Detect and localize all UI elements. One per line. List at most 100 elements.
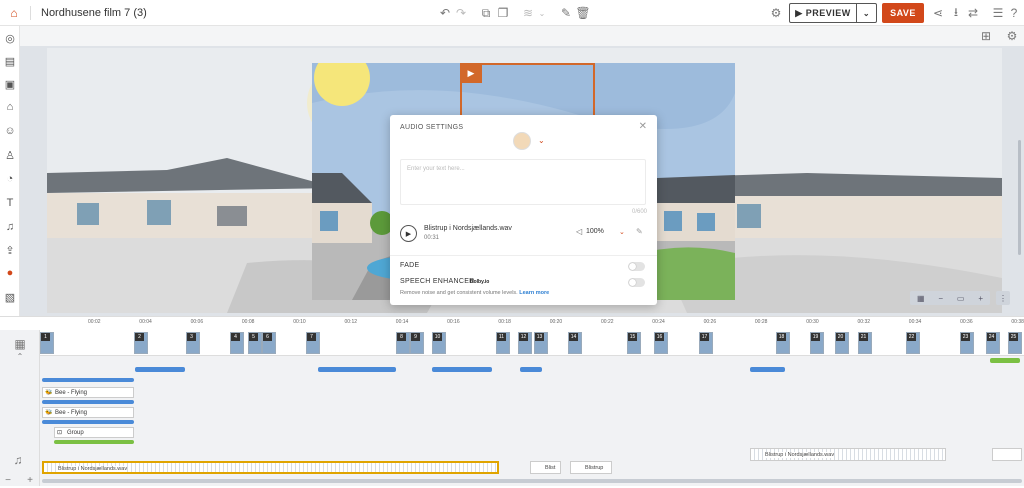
scene-thumbnail[interactable]: 12	[518, 332, 532, 354]
layer-bar[interactable]	[42, 378, 134, 382]
upload-icon[interactable]: ⇪	[2, 242, 18, 258]
transition-bar[interactable]	[432, 367, 492, 372]
scene-thumbnail[interactable]: 9	[410, 332, 424, 354]
volume-dropdown-icon[interactable]: ⌄	[619, 228, 625, 236]
backgrounds-icon[interactable]: ⌂	[2, 99, 18, 115]
scene-thumbnail[interactable]: 6	[262, 332, 276, 354]
speech-enhancer-toggle[interactable]	[628, 278, 645, 287]
voice-avatar[interactable]	[513, 132, 531, 150]
layer-track[interactable]: 🐝 Bee - Flying	[42, 407, 134, 418]
layer-bar[interactable]	[54, 440, 134, 444]
more-options-icon[interactable]: ⋮	[996, 291, 1010, 305]
scene-thumbnail[interactable]: 7	[306, 332, 320, 354]
transition-bar[interactable]	[750, 367, 785, 372]
scene-thumbnail[interactable]: 21	[858, 332, 872, 354]
scene-thumbnail[interactable]: 16	[654, 332, 668, 354]
audio-clip[interactable]: Blistrup	[570, 461, 612, 474]
scene-thumbnail[interactable]: 14	[568, 332, 582, 354]
zoom-slider[interactable]: ▭	[957, 294, 965, 303]
scene-thumbnail[interactable]: 13	[534, 332, 548, 354]
zoom-out-icon[interactable]: −	[938, 294, 943, 303]
ruler-tick-label: 00:28	[754, 319, 768, 325]
text-icon[interactable]: T	[2, 195, 18, 211]
edit-icon[interactable]: ✎	[636, 227, 643, 236]
duplicate-icon[interactable]: ⧉	[478, 5, 494, 21]
preview-button[interactable]: ▶ PREVIEW ⌄	[789, 3, 877, 23]
scene-thumbnail[interactable]: 8	[396, 332, 410, 354]
tts-text-input[interactable]: Enter your text here...	[400, 159, 646, 205]
share-icon[interactable]: ⋖	[930, 5, 946, 21]
help-icon[interactable]: ?	[1006, 5, 1022, 21]
transition-bar[interactable]	[520, 367, 542, 372]
audio-clip[interactable]: Blist	[530, 461, 561, 474]
layer-bar[interactable]	[42, 420, 134, 424]
scene-thumbnail[interactable]: 20	[835, 332, 849, 354]
undo-icon[interactable]: ↶	[437, 5, 453, 21]
trash-icon[interactable]: 🗑	[575, 5, 591, 21]
scene-thumbnail[interactable]: 10	[432, 332, 446, 354]
audio-clip[interactable]: Blistrup i Nordsjællands.wav	[750, 448, 946, 461]
scene-thumbnail[interactable]: 22	[906, 332, 920, 354]
scene-thumbnail[interactable]: 15	[627, 332, 641, 354]
volume-value[interactable]: 100%	[586, 228, 604, 235]
scene-thumbnail[interactable]: 25	[1008, 332, 1022, 354]
scene-thumbnail[interactable]: 4	[230, 332, 244, 354]
scene-thumbnail[interactable]: 5	[248, 332, 262, 354]
download-icon[interactable]: ⭳	[948, 5, 964, 21]
record-icon[interactable]: ●	[2, 265, 18, 281]
scenes-icon[interactable]: ▣	[2, 76, 18, 92]
scene-thumbnail[interactable]: 18	[776, 332, 790, 354]
compass-icon[interactable]: ◎	[2, 30, 18, 46]
paint-icon[interactable]: ✎	[558, 5, 574, 21]
layer-bar[interactable]	[42, 400, 134, 404]
stage-scrollbar[interactable]	[1018, 140, 1021, 255]
layer-track[interactable]: 🐝 Bee - Flying	[42, 387, 134, 398]
notes-icon[interactable]: ☰	[990, 5, 1006, 21]
fade-toggle[interactable]	[628, 262, 645, 271]
preview-dropdown-icon[interactable]: ⌄	[856, 4, 876, 22]
transition-bar[interactable]	[990, 358, 1020, 363]
zoom-in-icon[interactable]: +	[978, 294, 983, 303]
scene-thumbnail[interactable]: 24	[986, 332, 1000, 354]
timeline-scrollbar[interactable]	[42, 479, 1022, 483]
camera-icon[interactable]: ▶	[460, 63, 482, 83]
scene-thumbnail[interactable]: 3	[186, 332, 200, 354]
collapse-up-icon[interactable]: ⌃	[12, 348, 28, 364]
ruler-tick-label: 00:12	[344, 319, 358, 325]
templates-icon[interactable]: ▤	[2, 53, 18, 69]
fit-screen-icon[interactable]: ⊞	[978, 28, 994, 44]
play-audio-button[interactable]: ▶	[400, 225, 417, 242]
grid-icon[interactable]: ▦	[917, 294, 925, 303]
timeline-ruler[interactable]: 00:02 00:04 00:06 00:08 00:10 00:12 00:14 00:16…	[0, 316, 1024, 330]
chevron-down-icon[interactable]: ⌄	[538, 136, 545, 145]
scene-thumbnail[interactable]: 17	[699, 332, 713, 354]
scene-thumbnail[interactable]: 2	[134, 332, 148, 354]
transition-bar[interactable]	[135, 367, 185, 372]
learn-more-link[interactable]: Learn more	[519, 290, 549, 296]
music-icon[interactable]: ♫	[2, 219, 18, 235]
gear-icon[interactable]: ⚙	[768, 5, 784, 21]
audio-clip[interactable]	[992, 448, 1022, 461]
home-icon[interactable]: ⌂	[6, 5, 22, 21]
music-note-icon[interactable]: ♫	[10, 452, 26, 468]
transition-bar[interactable]	[318, 367, 396, 372]
translate-icon[interactable]: ⇄	[965, 5, 981, 21]
audio-clip[interactable]: Blistrup i Nordsjællands.wav	[42, 461, 499, 474]
props-icon[interactable]: ♙	[2, 147, 18, 163]
image-icon[interactable]: ▧	[2, 289, 18, 305]
layer-track[interactable]: ⊡ Group	[54, 427, 134, 438]
close-icon[interactable]: ✕	[639, 121, 647, 132]
scene-thumbnail[interactable]: 19	[810, 332, 824, 354]
stage-settings-icon[interactable]: ⚙	[1004, 28, 1020, 44]
character-icon[interactable]: ☺	[2, 123, 18, 139]
chevron-down-icon[interactable]: ⌄	[534, 5, 550, 21]
chart-icon[interactable]: ◔	[2, 171, 18, 187]
scene-thumbnail[interactable]: 1	[40, 332, 54, 354]
scene-thumbnail[interactable]: 23	[960, 332, 974, 354]
volume-icon[interactable]: ◁	[576, 227, 582, 236]
save-button[interactable]: SAVE	[882, 3, 924, 23]
project-title[interactable]: Nordhusene film 7 (3)	[41, 7, 147, 19]
redo-icon[interactable]: ↷	[453, 5, 469, 21]
scene-thumbnail[interactable]: 11	[496, 332, 510, 354]
copy-icon[interactable]: ❐	[495, 5, 511, 21]
